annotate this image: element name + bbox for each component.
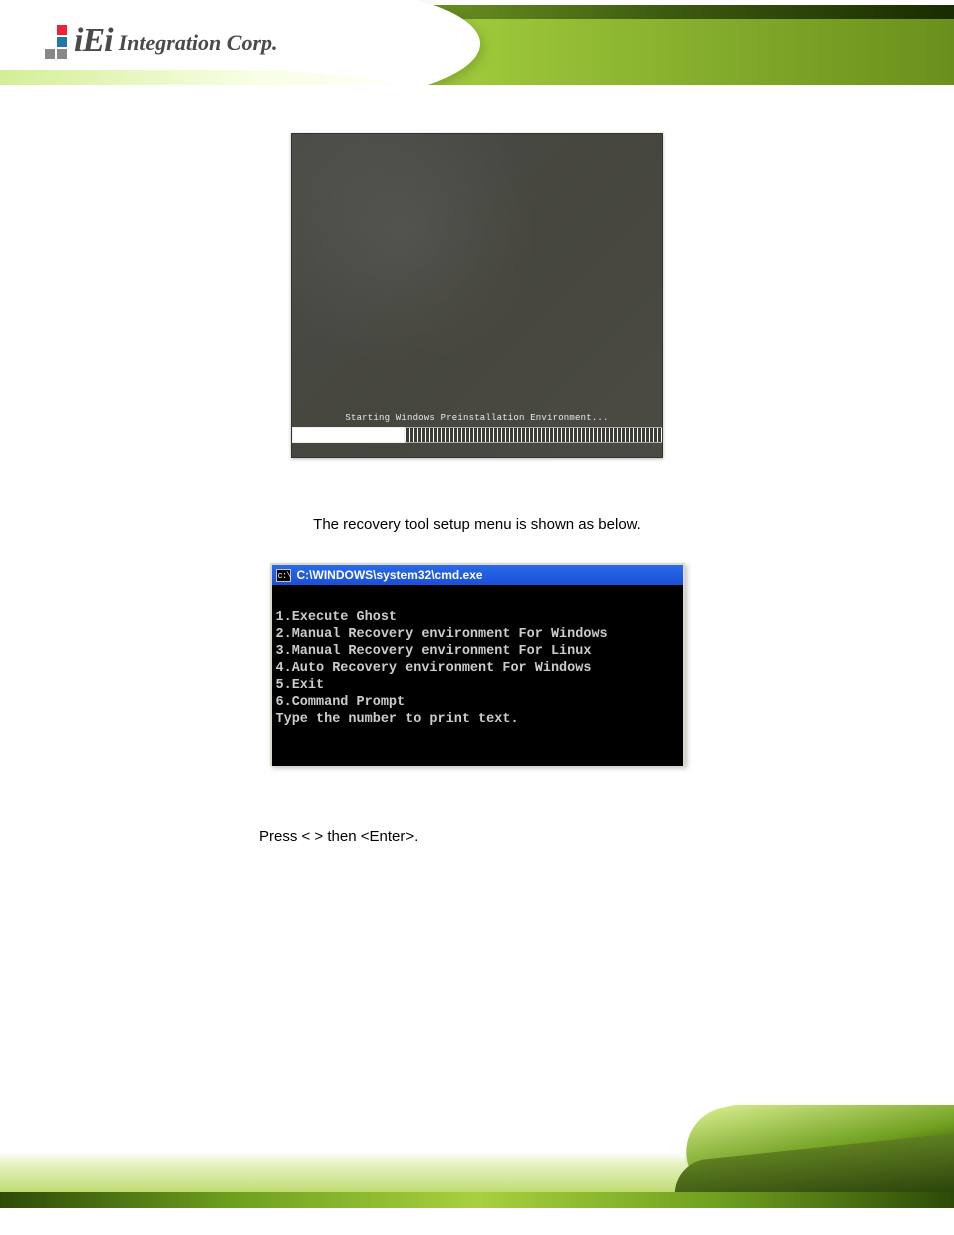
cmd-line: 1.Execute Ghost <box>276 610 398 625</box>
cmd-line: 6.Command Prompt <box>276 695 406 710</box>
cmd-window-screenshot: c:\ C:\WINDOWS\system32\cmd.exe 1.Execut… <box>270 563 685 766</box>
logo-square <box>45 49 55 59</box>
cmd-title-text: C:\WINDOWS\system32\cmd.exe <box>297 568 483 582</box>
cmd-icon: c:\ <box>276 569 291 582</box>
page-content: Starting Windows Preinstallation Environ… <box>0 85 954 845</box>
footer-white-edge <box>0 1208 954 1210</box>
caption-text-1: The recovery tool setup menu is shown as… <box>313 516 641 533</box>
brand-tagline: Integration Corp. <box>119 30 278 56</box>
winpe-loading-text: Starting Windows Preinstallation Environ… <box>292 413 662 423</box>
cmd-line: 4.Auto Recovery environment For Windows <box>276 661 592 676</box>
cmd-line: 2.Manual Recovery environment For Window… <box>276 627 608 642</box>
logo-square <box>57 49 67 59</box>
winpe-loading-screenshot: Starting Windows Preinstallation Environ… <box>291 133 663 458</box>
cmd-body: 1.Execute Ghost 2.Manual Recovery enviro… <box>272 585 683 766</box>
page-header: iEi Integration Corp. <box>0 0 954 85</box>
brand-logo-icon <box>44 24 68 60</box>
page-footer <box>0 1105 954 1210</box>
logo-square <box>57 25 67 35</box>
cmd-line: Type the number to print text. <box>276 712 519 727</box>
brand-logo-text: iEi <box>74 22 113 60</box>
cmd-line: 5.Exit <box>276 678 325 693</box>
winpe-progress-ticks <box>405 427 662 443</box>
winpe-progress-filled <box>292 427 405 443</box>
caption-text-2: Press < > then <Enter>. <box>259 828 418 845</box>
cmd-line: 3.Manual Recovery environment For Linux <box>276 644 592 659</box>
cmd-titlebar: c:\ C:\WINDOWS\system32\cmd.exe <box>272 565 683 585</box>
winpe-progress-bar <box>292 427 662 443</box>
brand-block: iEi Integration Corp. <box>44 22 278 60</box>
logo-square <box>57 37 67 47</box>
